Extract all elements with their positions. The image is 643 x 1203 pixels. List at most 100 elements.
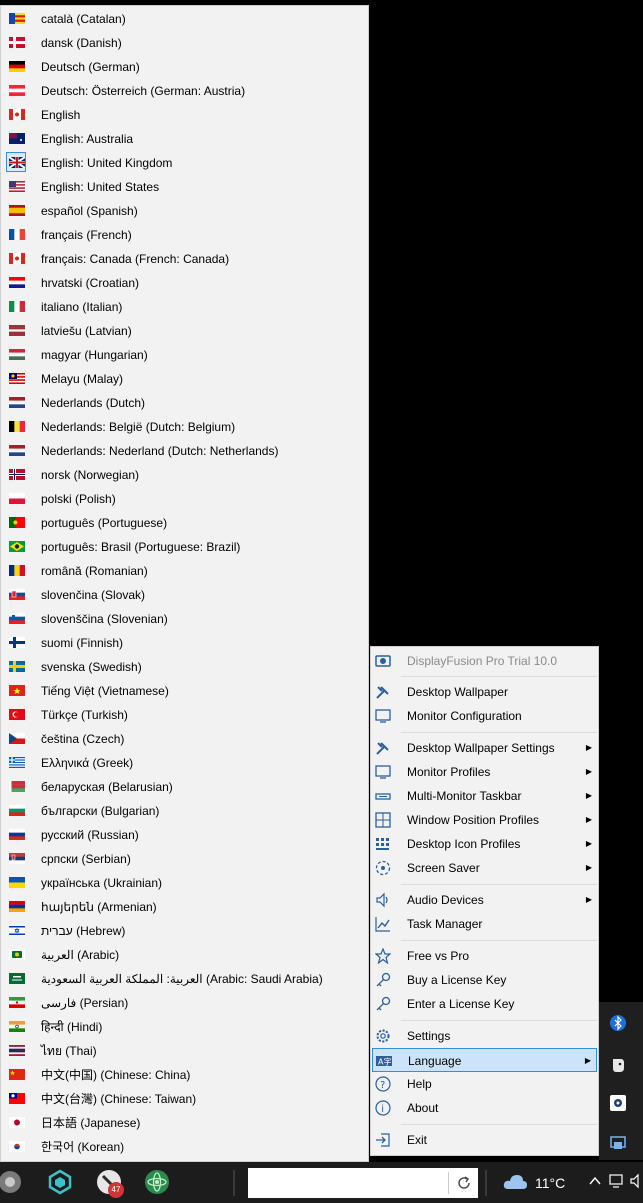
displayfusion-tray-icon[interactable]	[609, 1134, 627, 1152]
desktop-wallpaper-settings-label: Desktop Wallpaper Settings	[407, 741, 555, 755]
language-item[interactable]: Nederlands (Dutch)	[1, 391, 368, 415]
language-item[interactable]: français (French)	[1, 223, 368, 247]
language-item[interactable]: italiano (Italian)	[1, 295, 368, 319]
language-item[interactable]: magyar (Hungarian)	[1, 343, 368, 367]
monitor-configuration-label: Monitor Configuration	[407, 709, 522, 723]
language-list: català (Catalan) dansk (Danish) Deutsch (G…	[1, 7, 368, 1159]
about-item[interactable]: i About	[372, 1096, 597, 1120]
language-item[interactable]: 日本語 (Japanese)	[1, 1111, 368, 1135]
language-item[interactable]: norsk (Norwegian)	[1, 463, 368, 487]
spain-flag-icon	[9, 205, 25, 216]
language-label: magyar (Hungarian)	[41, 348, 148, 362]
audio-devices-item[interactable]: Audio Devices ▶	[372, 888, 597, 912]
language-item[interactable]: latviešu (Latvian)	[1, 319, 368, 343]
language-item[interactable]: català (Catalan)	[1, 7, 368, 31]
language-item[interactable]: հայերեն (Armenian)	[1, 895, 368, 919]
monitor-profiles-item[interactable]: Monitor Profiles ▶	[372, 760, 597, 784]
language-item[interactable]: dansk (Danish)	[1, 31, 368, 55]
language-item[interactable]: português: Brasil (Portuguese: Brazil)	[1, 535, 368, 559]
language-item[interactable]: 中文(台灣) (Chinese: Taiwan)	[1, 1087, 368, 1111]
help-item[interactable]: ? Help	[372, 1072, 597, 1096]
language-item[interactable]: slovenčina (Slovak)	[1, 583, 368, 607]
language-item[interactable]: Deutsch (German)	[1, 55, 368, 79]
language-label: العربية (Arabic)	[41, 948, 120, 962]
monitor-icon	[375, 708, 391, 724]
vietnam-flag-icon	[9, 685, 25, 696]
language-item[interactable]: español (Spanish)	[1, 199, 368, 223]
language-item[interactable]: Tiếng Việt (Vietnamese)	[1, 679, 368, 703]
language-item[interactable]: српски (Serbian)	[1, 847, 368, 871]
screen-saver-item[interactable]: Screen Saver ▶	[372, 856, 597, 880]
taskbar-search-box[interactable]	[248, 1168, 478, 1198]
language-item[interactable]: русский (Russian)	[1, 823, 368, 847]
language-item[interactable]: 中文(中国) (Chinese: China)	[1, 1063, 368, 1087]
language-label: norsk (Norwegian)	[41, 468, 140, 482]
language-label: Nederlands (Dutch)	[41, 396, 146, 410]
bulgaria-flag-icon	[9, 805, 25, 816]
language-item[interactable]: فارسی (Persian)	[1, 991, 368, 1015]
language-item[interactable]: română (Romanian)	[1, 559, 368, 583]
weather-cloud-icon[interactable]	[502, 1169, 528, 1195]
language-item[interactable]: български (Bulgarian)	[1, 799, 368, 823]
network-monitor-icon[interactable]	[609, 1173, 625, 1189]
enter-license-key-item[interactable]: Enter a License Key	[372, 992, 597, 1016]
language-item[interactable]: беларуская (Belarusian)	[1, 775, 368, 799]
taskbar-app-cube-icon[interactable]	[46, 1168, 74, 1196]
language-item[interactable]: slovenščina (Slovenian)	[1, 607, 368, 631]
language-item[interactable]: suomi (Finnish)	[1, 631, 368, 655]
language-item[interactable]: English: United States	[1, 175, 368, 199]
taskbar-app-partial-icon[interactable]	[0, 1168, 24, 1196]
task-manager-item[interactable]: Task Manager	[372, 912, 597, 936]
desktop-wallpaper-item[interactable]: Desktop Wallpaper	[372, 680, 597, 704]
language-item[interactable]: हिन्दी (Hindi)	[1, 1015, 368, 1039]
denmark-flag-icon	[9, 37, 25, 48]
help-label: Help	[407, 1077, 432, 1091]
language-item[interactable]: English	[1, 103, 368, 127]
evernote-icon[interactable]	[609, 1056, 627, 1074]
language-label: Deutsch: Österreich (German: Austria)	[41, 84, 246, 98]
buy-license-key-item[interactable]: Buy a License Key	[372, 968, 597, 992]
language-item[interactable]: Nederlands: België (Dutch: Belgium)	[1, 415, 368, 439]
submenu-arrow-icon: ▶	[585, 815, 592, 824]
language-item[interactable]: 한국어 (Korean)	[1, 1135, 368, 1159]
bluetooth-icon[interactable]	[609, 1014, 627, 1032]
slovenia-flag-icon	[9, 613, 25, 624]
language-item[interactable]: العربية: المملكة العربية السعودية (Arabi…	[1, 967, 368, 991]
language-item[interactable]: português (Portuguese)	[1, 511, 368, 535]
language-item[interactable]: ไทย (Thai)	[1, 1039, 368, 1063]
free-vs-pro-label: Free vs Pro	[407, 949, 470, 963]
language-item[interactable]: Melayu (Malay)	[1, 367, 368, 391]
taskbar-app-atom-icon[interactable]	[143, 1168, 171, 1196]
settings-item[interactable]: Settings	[372, 1024, 597, 1048]
displayfusion-context-menu: DisplayFusion Pro Trial 10.0 Desktop Wal…	[370, 646, 599, 1156]
language-item[interactable]: A字 Language ▶	[372, 1048, 597, 1072]
submenu-arrow-icon: ▶	[585, 791, 592, 800]
app-gear-tray-icon[interactable]	[609, 1094, 627, 1112]
language-item[interactable]: עברית (Hebrew)	[1, 919, 368, 943]
language-item[interactable]: English: United Kingdom	[1, 151, 368, 175]
chevron-up-icon[interactable]	[588, 1174, 602, 1188]
language-item[interactable]: polski (Polish)	[1, 487, 368, 511]
language-item[interactable]: Türkçe (Turkish)	[1, 703, 368, 727]
language-item[interactable]: العربية (Arabic)	[1, 943, 368, 967]
language-label: suomi (Finnish)	[41, 636, 124, 650]
language-item[interactable]: svenska (Swedish)	[1, 655, 368, 679]
language-item[interactable]: українська (Ukrainian)	[1, 871, 368, 895]
exit-item[interactable]: Exit	[372, 1128, 597, 1152]
language-item[interactable]: Ελληνικά (Greek)	[1, 751, 368, 775]
language-item[interactable]: English: Australia	[1, 127, 368, 151]
volume-icon[interactable]	[630, 1173, 643, 1189]
language-item[interactable]: hrvatski (Croatian)	[1, 271, 368, 295]
monitor-configuration-item[interactable]: Monitor Configuration	[372, 704, 597, 728]
desktop-icon-profiles-item[interactable]: Desktop Icon Profiles ▶	[372, 832, 597, 856]
free-vs-pro-item[interactable]: Free vs Pro	[372, 944, 597, 968]
desktop-wallpaper-settings-item[interactable]: Desktop Wallpaper Settings ▶	[372, 736, 597, 760]
language-item[interactable]: čeština (Czech)	[1, 727, 368, 751]
language-icon: A字	[376, 1053, 392, 1069]
language-item[interactable]: Deutsch: Österreich (German: Austria)	[1, 79, 368, 103]
language-item[interactable]: Nederlands: Nederland (Dutch: Netherland…	[1, 439, 368, 463]
window-position-profiles-item[interactable]: Window Position Profiles ▶	[372, 808, 597, 832]
refresh-icon[interactable]	[456, 1175, 472, 1191]
multi-monitor-taskbar-item[interactable]: Multi-Monitor Taskbar ▶	[372, 784, 597, 808]
language-item[interactable]: français: Canada (French: Canada)	[1, 247, 368, 271]
